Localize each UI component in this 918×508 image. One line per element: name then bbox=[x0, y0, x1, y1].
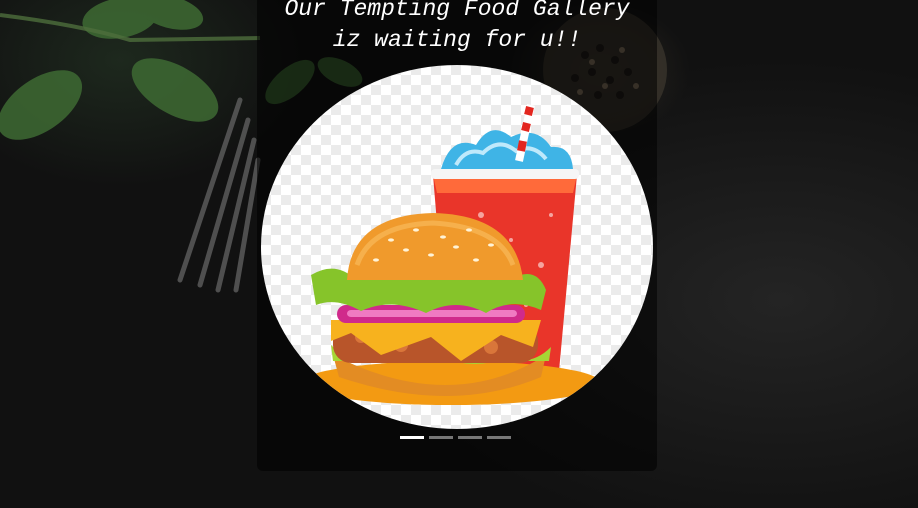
carousel-indicator-1[interactable] bbox=[400, 436, 424, 439]
gallery-heading-line2: iz waiting for u!! bbox=[332, 27, 582, 53]
gallery-heading-line1: Our Tempting Food Gallery bbox=[284, 0, 630, 22]
burger-and-soda-icon bbox=[301, 104, 601, 405]
food-gallery-carousel: Our Tempting Food Gallery iz waiting for… bbox=[257, 0, 657, 471]
carousel-indicators bbox=[400, 436, 511, 439]
carousel-indicator-4[interactable] bbox=[487, 436, 511, 439]
carousel-indicator-2[interactable] bbox=[429, 436, 453, 439]
gallery-heading: Our Tempting Food Gallery iz waiting for… bbox=[257, 0, 657, 56]
carousel-slide-image bbox=[261, 65, 653, 429]
carousel-indicator-3[interactable] bbox=[458, 436, 482, 439]
